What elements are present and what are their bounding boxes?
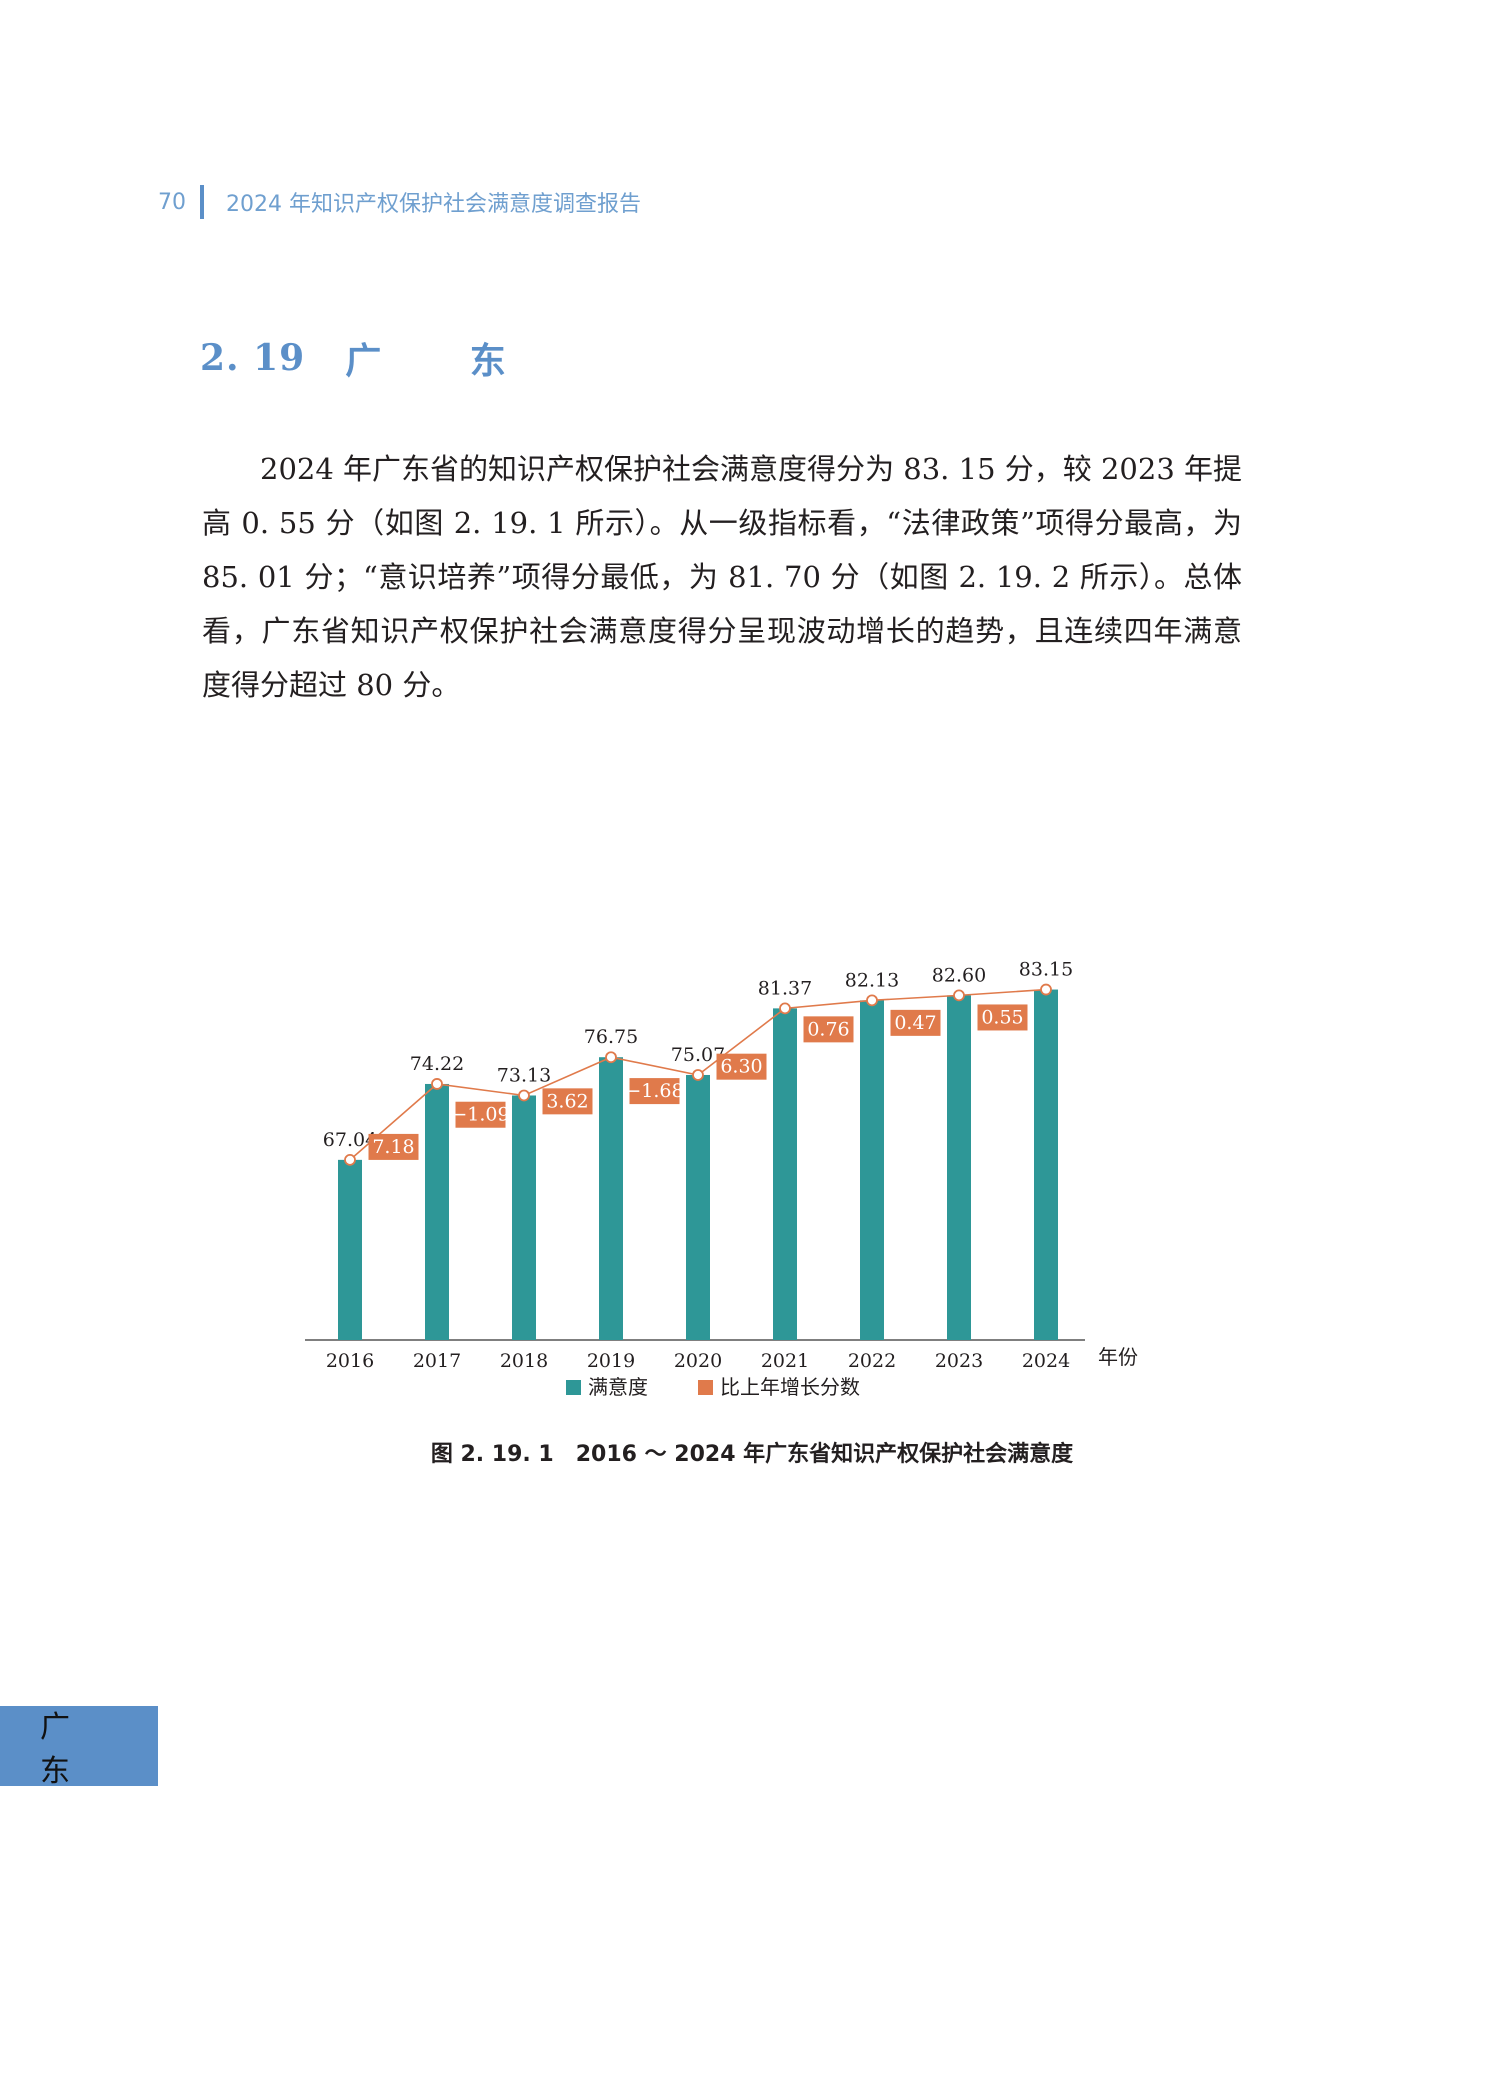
growth-value-label: 3.62 <box>546 1090 588 1112</box>
growth-value-label: 0.47 <box>894 1012 936 1034</box>
trend-point <box>431 1078 443 1090</box>
x-tick-label: 2024 <box>1022 1350 1070 1372</box>
page-number: 70 <box>158 189 186 215</box>
satisfaction-value-label: 82.60 <box>932 964 986 986</box>
side-tab: 广 东 <box>0 1706 158 1789</box>
satisfaction-bar <box>860 1000 884 1340</box>
legend-label-growth: 比上年增长分数 <box>720 1375 860 1399</box>
satisfaction-value-label: 73.13 <box>497 1064 551 1086</box>
body-paragraph: 2024 年广东省的知识产权保护社会满意度得分为 83. 15 分，较 2023… <box>202 452 1242 702</box>
x-tick-label: 2016 <box>326 1350 374 1372</box>
trend-point <box>692 1069 704 1081</box>
x-tick-label: 2018 <box>500 1350 548 1372</box>
satisfaction-value-label: 82.13 <box>845 969 899 991</box>
trend-point <box>518 1089 530 1102</box>
growth-value-label: −1.09 <box>451 1104 509 1126</box>
satisfaction-value-label: 83.15 <box>1019 959 1073 981</box>
satisfaction-bar <box>773 1008 797 1340</box>
growth-value-label: 0.76 <box>807 1018 849 1040</box>
x-tick-label: 2017 <box>413 1350 461 1372</box>
x-tick-label: 2019 <box>587 1350 635 1372</box>
report-title: 2024 年知识产权保护社会满意度调查报告 <box>226 192 641 217</box>
trend-point <box>953 989 965 1002</box>
x-tick-label: 2021 <box>761 1350 809 1372</box>
figure-caption: 图 2. 19. 1 2016 ～ 2024 年广东省知识产权保护社会满意度 <box>430 1442 1074 1467</box>
section-title: 广 东 <box>345 340 544 382</box>
x-tick-label: 2022 <box>848 1350 896 1372</box>
x-unit-label: 年份 <box>1098 1345 1138 1369</box>
satisfaction-value-label: 76.75 <box>584 1026 638 1048</box>
satisfaction-bar <box>947 995 971 1340</box>
trend-point <box>779 1002 791 1015</box>
satisfaction-bar <box>599 1057 623 1340</box>
header-divider <box>200 185 204 219</box>
section-heading: 2. 19 广 东 <box>200 332 544 384</box>
satisfaction-value-label: 74.22 <box>410 1053 464 1075</box>
trend-point <box>866 994 878 1007</box>
satisfaction-bar <box>512 1095 536 1340</box>
legend-swatch-satisfaction <box>566 1380 581 1395</box>
growth-value-label: −1.68 <box>625 1080 683 1102</box>
trend-point <box>1040 983 1052 996</box>
satisfaction-bar <box>338 1159 362 1340</box>
x-tick-label: 2023 <box>935 1350 983 1372</box>
satisfaction-bar <box>686 1074 710 1340</box>
running-header: 70 2024 年知识产权保护社会满意度调查报告 <box>158 184 641 220</box>
trend-point <box>605 1051 617 1064</box>
growth-value-label: 6.30 <box>720 1056 762 1078</box>
section-number: 2. 19 <box>200 337 306 379</box>
x-tick-label: 2020 <box>674 1350 722 1372</box>
satisfaction-bar <box>1034 989 1058 1340</box>
legend-label-satisfaction: 满意度 <box>588 1375 648 1399</box>
growth-value-label: 7.18 <box>372 1136 414 1158</box>
satisfaction-chart: 67.04 74.22 73.13 76.75 75.07 81.37 82.13 82.60… <box>290 915 1170 1415</box>
chart-svg: 67.0474.2273.1376.7575.0781.37 82.13 82.60… <box>305 959 1138 1399</box>
legend-swatch-growth <box>698 1380 713 1395</box>
trend-point <box>344 1153 356 1166</box>
satisfaction-bar <box>425 1083 449 1340</box>
growth-value-label: 0.55 <box>981 1006 1023 1028</box>
satisfaction-value-label: 81.37 <box>758 977 812 999</box>
